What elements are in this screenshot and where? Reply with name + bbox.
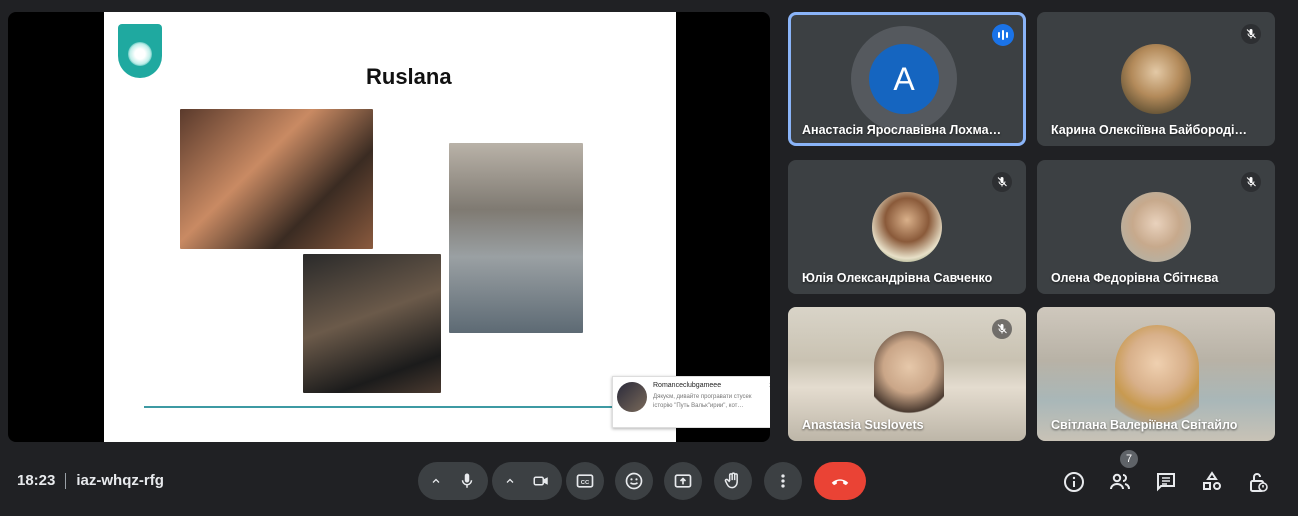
- participant-tile[interactable]: Світлана Валеріївна Світайло: [1037, 307, 1275, 441]
- mic-icon[interactable]: [458, 472, 476, 490]
- hand-icon: [724, 472, 738, 489]
- svg-text:CC: CC: [581, 480, 590, 486]
- reactions-button[interactable]: [615, 462, 653, 500]
- end-call-icon: [831, 479, 849, 486]
- university-logo: [118, 24, 162, 78]
- slide-photo-2: [303, 254, 441, 393]
- presentation-stage: Ruslana Romanceclubgameee Дякуєм, дивайт…: [8, 12, 770, 442]
- people-icon[interactable]: [1108, 470, 1132, 494]
- mic-control[interactable]: [418, 462, 488, 500]
- notification-popup[interactable]: Romanceclubgameee Дякуєм, дивайте програ…: [612, 376, 770, 428]
- mic-off-icon: [992, 172, 1012, 192]
- participant-name: Світлана Валеріївна Світайло: [1051, 418, 1238, 432]
- participant-name: Олена Федорівна Сбітнєва: [1051, 271, 1219, 285]
- notification-close-icon[interactable]: ×: [769, 380, 770, 390]
- notification-name: Romanceclubgameee: [653, 382, 722, 389]
- leave-call-button[interactable]: [814, 462, 866, 500]
- more-vert-icon: [781, 474, 785, 488]
- slide-divider: [144, 406, 624, 408]
- avatar: A: [869, 44, 939, 114]
- participant-tile[interactable]: Anastasia Suslovets: [788, 307, 1026, 441]
- participant-name: Карина Олексіївна Байбороді…: [1051, 123, 1247, 137]
- present-screen-icon: [674, 474, 692, 488]
- participant-name: Юлія Олександрівна Савченко: [802, 271, 993, 285]
- meeting-info: 18:23 iaz-whqz-rfg: [17, 472, 164, 489]
- speaking-indicator-icon: [992, 24, 1014, 46]
- participant-name: Anastasia Suslovets: [802, 418, 924, 432]
- participant-tile[interactable]: Карина Олексіївна Байбороді…: [1037, 12, 1275, 146]
- notification-text: Дякуєм, дивайте програвати стусек історі…: [653, 394, 752, 409]
- emoji-icon: [625, 472, 643, 490]
- mic-off-icon: [992, 319, 1012, 339]
- captions-button[interactable]: CC: [566, 462, 604, 500]
- more-options-button[interactable]: [764, 462, 802, 500]
- presentation-slide: Ruslana: [104, 12, 676, 442]
- avatar: [1121, 192, 1191, 262]
- activities-icon[interactable]: [1200, 470, 1224, 494]
- meeting-code[interactable]: iaz-whqz-rfg: [76, 472, 164, 489]
- mic-off-icon: [1241, 24, 1261, 44]
- captions-icon: CC: [576, 474, 594, 488]
- chevron-up-icon[interactable]: [504, 475, 516, 487]
- people-count-badge: 7: [1120, 450, 1138, 468]
- info-icon[interactable]: [1062, 470, 1086, 494]
- avatar: [872, 192, 942, 262]
- camera-control[interactable]: [492, 462, 562, 500]
- participant-tile[interactable]: Юлія Олександрівна Савченко: [788, 160, 1026, 294]
- participant-tile[interactable]: Олена Федорівна Сбітнєва: [1037, 160, 1275, 294]
- slide-photo-1: [180, 109, 373, 249]
- participant-name: Анастасія Ярославівна Лохма…: [802, 123, 1002, 137]
- chevron-up-icon[interactable]: [430, 475, 442, 487]
- raise-hand-button[interactable]: [714, 462, 752, 500]
- chat-icon[interactable]: [1154, 470, 1178, 494]
- separator: [65, 472, 67, 489]
- participant-figure: [874, 331, 944, 421]
- participant-tile[interactable]: A Анастасія Ярославівна Лохма…: [788, 12, 1026, 146]
- meeting-time: 18:23: [17, 472, 56, 489]
- notification-avatar: [617, 382, 647, 412]
- slide-title: Ruslana: [366, 64, 452, 89]
- mic-off-icon: [1241, 172, 1261, 192]
- present-button[interactable]: [664, 462, 702, 500]
- host-controls-icon[interactable]: [1246, 470, 1270, 494]
- avatar: [1121, 44, 1191, 114]
- slide-photo-3: [449, 143, 583, 333]
- camera-icon[interactable]: [532, 472, 550, 490]
